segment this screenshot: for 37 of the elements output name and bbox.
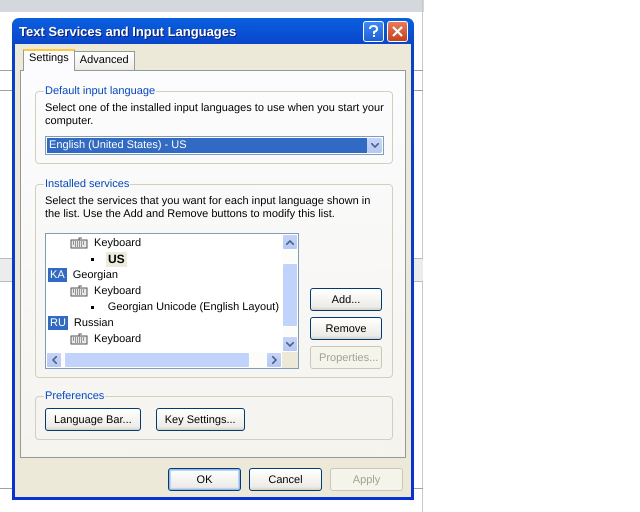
add-button[interactable]: Add... bbox=[310, 288, 382, 311]
description: Select one of the installed input languages to use when you start your computer. bbox=[45, 102, 384, 128]
tab[interactable]: Settings bbox=[23, 49, 75, 71]
list-item[interactable]: US bbox=[106, 252, 127, 266]
close-button[interactable] bbox=[387, 20, 408, 42]
list-item[interactable]: Georgian bbox=[70, 268, 120, 282]
window-title: Text Services and Input Languages bbox=[19, 24, 238, 38]
close-icon bbox=[392, 26, 403, 36]
bullet-icon bbox=[91, 258, 94, 260]
vertical-scrollbar[interactable] bbox=[282, 234, 298, 352]
keyboard-icon bbox=[70, 237, 88, 249]
group-title: Preferences bbox=[44, 390, 106, 402]
group-title: Installed services bbox=[44, 178, 130, 190]
ok-button[interactable]: OK bbox=[168, 468, 241, 491]
scrollbar-corner bbox=[282, 352, 298, 368]
language-dropdown[interactable]: English (United States) - US bbox=[45, 136, 384, 155]
key-settings-button[interactable]: Key Settings... bbox=[156, 408, 245, 431]
help-icon bbox=[369, 24, 378, 38]
horizontal-scrollbar[interactable] bbox=[46, 352, 282, 368]
remove-button[interactable]: Remove bbox=[310, 317, 382, 340]
list-item[interactable]: Russian bbox=[72, 316, 116, 330]
list-item[interactable]: Keyboard bbox=[92, 236, 144, 250]
keyboard-icon bbox=[70, 285, 88, 297]
description: Select the services that you want for each input language shown in the list. Use the Add and Remove buttons to modify this list. bbox=[45, 195, 372, 221]
cancel-button[interactable]: Cancel bbox=[249, 468, 322, 491]
list-item[interactable]: Georgian Unicode (English Layout) bbox=[106, 300, 281, 314]
tab[interactable]: Advanced bbox=[74, 51, 135, 70]
services-list[interactable]: Keyboard US KA Georgian Keyboard Georgian Unicode (English Layout) RU Russian Keyboard bbox=[45, 233, 299, 369]
group-title: Default input language bbox=[44, 85, 156, 97]
help-button[interactable] bbox=[363, 20, 384, 42]
language-badge: KA bbox=[48, 268, 67, 282]
language-bar-button[interactable]: Language Bar... bbox=[45, 408, 141, 431]
bullet-icon bbox=[91, 306, 94, 308]
list-item[interactable]: Keyboard bbox=[92, 284, 144, 298]
language-badge: RU bbox=[48, 316, 68, 330]
list-item[interactable]: Keyboard bbox=[92, 332, 144, 346]
keyboard-icon bbox=[70, 333, 88, 345]
